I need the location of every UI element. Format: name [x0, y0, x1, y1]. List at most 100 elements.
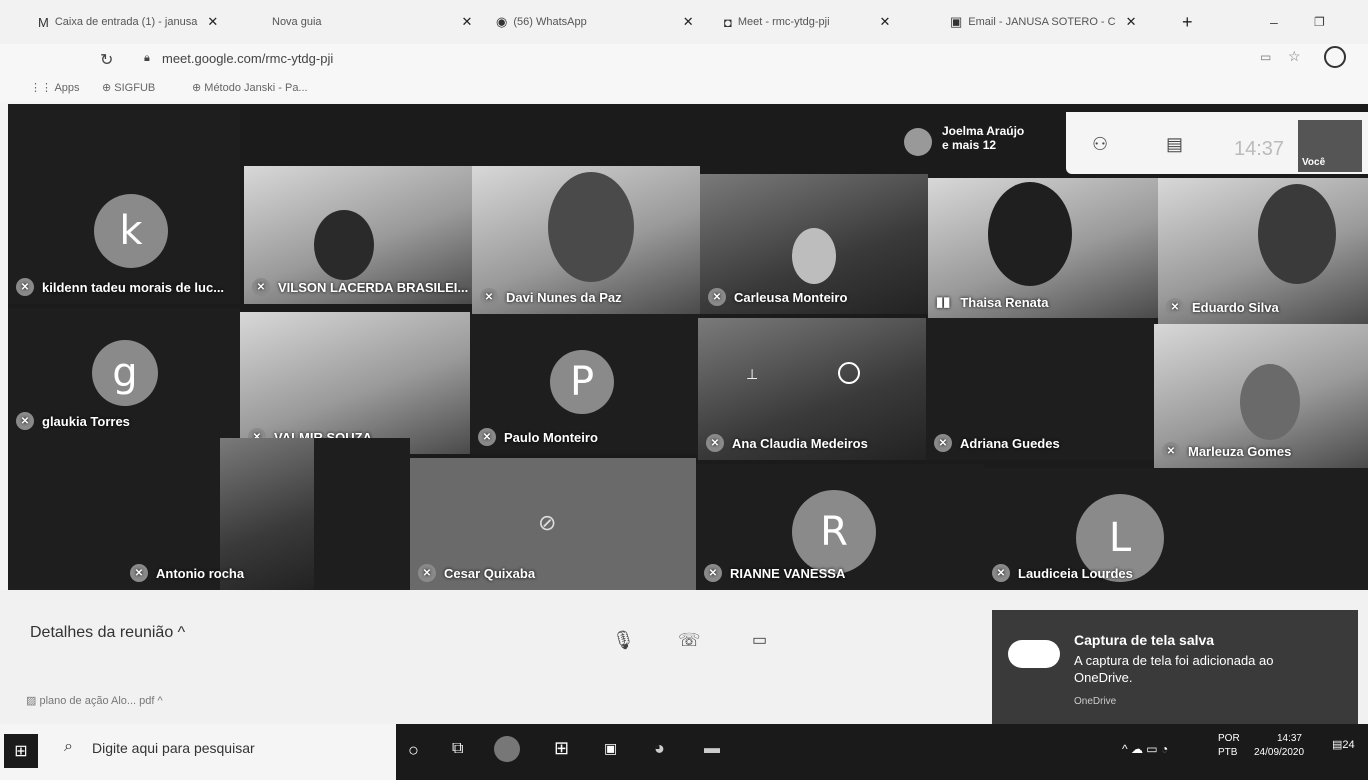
participant-tile[interactable]: ✕ Adriana Guedes — [926, 318, 1154, 460]
mic-off-icon: ✕ — [1166, 298, 1184, 316]
participant-tile[interactable]: ✕ Eduardo Silva — [1158, 178, 1368, 324]
powerpoint-icon[interactable]: ▣ — [604, 740, 617, 757]
browser-tab-bar: M Caixa de entrada (1) - janusa ✕ Nova g… — [0, 0, 1368, 44]
participant-name: ✕ VILSON LACERDA BRASILEI... — [252, 278, 468, 296]
taskbar-search[interactable]: ⊞ ⌕ Digite aqui para pesquisar — [0, 724, 396, 780]
bookmarks-bar: ⋮⋮ Apps ⊕ SIGFUB ⊕ Método Janski - Pa... — [0, 74, 1368, 102]
tab-new[interactable]: Nova guia ✕ — [272, 8, 472, 36]
tab-gmail[interactable]: M Caixa de entrada (1) - janusa ✕ — [38, 8, 218, 36]
person-silhouette — [792, 228, 836, 284]
mic-off-icon: ✕ — [480, 288, 498, 306]
task-view-icon[interactable]: ⧉ — [452, 740, 463, 758]
tray-icons[interactable]: ^ ☁ ▭ ◔ — [1122, 742, 1168, 756]
edge-icon[interactable]: ◕ — [654, 738, 665, 759]
onedrive-notification[interactable]: Captura de tela salva A captura de tela … — [992, 610, 1358, 732]
remove-icon[interactable] — [838, 362, 860, 384]
cloud-icon — [1008, 640, 1060, 668]
star-icon[interactable]: ☆ — [1288, 48, 1301, 65]
gmail-icon: M — [38, 14, 49, 30]
download-item[interactable]: ▨ plano de ação Alo... pdf ^ — [26, 694, 163, 707]
tab-label: Nova guia — [272, 16, 322, 28]
participant-tile[interactable]: ✕ Davi Nunes da Paz — [472, 166, 700, 314]
mic-off-icon: ✕ — [934, 434, 952, 452]
joelma-name: Joelma Araújo — [942, 124, 1025, 138]
pin-icon[interactable]: ⊥ — [746, 366, 758, 383]
participant-tile[interactable]: k ✕ kildenn tadeu morais de luc... — [8, 104, 240, 304]
self-view[interactable]: Você — [1298, 120, 1362, 172]
meet-video-grid: k ✕ kildenn tadeu morais de luc... ✕ VILSO… — [8, 104, 1368, 590]
tab-label: Caixa de entrada (1) - janusa — [54, 16, 198, 28]
tab-meet[interactable]: ◘ Meet - rmc-ytdg-pji ✕ — [724, 8, 890, 36]
lock-icon: 🔒︎ — [144, 52, 150, 64]
close-tab-icon[interactable]: ✕ — [683, 14, 694, 30]
person-silhouette — [314, 210, 374, 280]
hang-up-icon[interactable]: ☏ — [678, 630, 701, 651]
participant-tile[interactable]: ✕ VALMIR SOUZA — [240, 312, 470, 454]
close-tab-icon[interactable]: ✕ — [880, 14, 891, 30]
participant-tile[interactable]: R ✕ RIANNE VANESSA — [696, 464, 984, 590]
microphone-icon[interactable]: 🎙︎ — [612, 630, 635, 651]
meet-icon: ◘ — [724, 14, 732, 30]
toast-title: Captura de tela salva — [1074, 632, 1215, 648]
explorer-icon[interactable]: ▬ — [704, 740, 720, 758]
globe-icon: ⊕ — [102, 82, 115, 94]
participant-tile[interactable]: ✕ Carleusa Monteiro — [700, 174, 928, 314]
cast-icon[interactable]: ▭ — [1260, 50, 1271, 64]
participant-tile[interactable]: ▮▮ Thaisa Renata — [928, 178, 1158, 318]
url-field[interactable]: meet.google.com/rmc-ytdg-pji — [162, 51, 333, 66]
close-tab-icon[interactable]: ✕ — [207, 14, 218, 30]
bookmark-apps[interactable]: ⋮⋮ Apps — [30, 81, 80, 94]
restore-icon[interactable]: ❐ — [1314, 8, 1325, 36]
participant-tile[interactable]: L ✕ Laudiceia Lourdes — [984, 468, 1368, 590]
participant-name: ✕ Davi Nunes da Paz — [480, 288, 622, 306]
mic-off-icon: ✕ — [1162, 442, 1180, 460]
participant-tile[interactable]: ⊥ ✕ Ana Claudia Medeiros — [698, 318, 926, 460]
notification-icon[interactable]: ▤24 — [1332, 738, 1355, 751]
tab-label: (56) WhatsApp — [513, 16, 587, 28]
clock[interactable]: 14:37 24/09/2020 — [1254, 732, 1304, 760]
close-tab-icon[interactable]: ✕ — [462, 14, 473, 30]
person-silhouette — [548, 172, 634, 282]
store-icon[interactable]: ⊞ — [554, 738, 569, 759]
participant-tile[interactable]: P ✕ Paulo Monteiro — [470, 314, 700, 454]
participant-tile[interactable]: ✕ VILSON LACERDA BRASILEI... — [244, 166, 472, 304]
mic-off-icon: ✕ — [16, 412, 34, 430]
meet-header: ⚇ ▤ 14:37 Você — [1066, 112, 1368, 174]
bookmark-metodo[interactable]: ⊕ Método Janski - Pa... — [192, 81, 308, 94]
close-tab-icon[interactable]: ✕ — [1126, 14, 1137, 30]
participant-tile[interactable]: ✕ Marleuza Gomes — [1154, 324, 1368, 468]
others-joined-label: Joelma Araújo e mais 12 — [898, 124, 1025, 156]
participant-tile[interactable]: ✕ Antonio rocha — [8, 438, 410, 590]
reload-icon[interactable]: ↻ — [100, 50, 113, 70]
participant-name: ✕ Adriana Guedes — [934, 434, 1060, 452]
mic-off-icon: ✕ — [992, 564, 1010, 582]
participant-name: ✕ Marleuza Gomes — [1162, 442, 1291, 460]
person-silhouette — [988, 182, 1072, 286]
tab-whatsapp[interactable]: ◉ (56) WhatsApp ✕ — [496, 8, 694, 36]
bookmark-sigfub[interactable]: ⊕ SIGFUB — [102, 81, 155, 94]
search-input[interactable]: Digite aqui para pesquisar — [92, 740, 255, 756]
tab-email[interactable]: ▣ Email - JANUSA SOTERO - C ✕ — [950, 8, 1137, 36]
participant-name: ✕ glaukia Torres — [16, 412, 130, 430]
participant-name: ✕ Paulo Monteiro — [478, 428, 598, 446]
profile-icon[interactable] — [1324, 46, 1346, 68]
participant-name: ✕ kildenn tadeu morais de luc... — [16, 278, 224, 296]
meeting-details-button[interactable]: Detalhes da reunião ^ — [30, 624, 185, 642]
whatsapp-icon: ◉ — [496, 14, 508, 29]
participant-name: ✕ Laudiceia Lourdes — [992, 564, 1133, 582]
mic-off-icon: ✕ — [130, 564, 148, 582]
new-tab-button[interactable]: + — [1182, 8, 1193, 36]
language-indicator[interactable]: POR PTB — [1218, 732, 1240, 760]
mic-off-icon: ✕ — [252, 278, 270, 296]
windows-start-icon[interactable]: ⊞ — [4, 734, 38, 768]
minimize-icon[interactable]: – — [1270, 8, 1278, 36]
cortana-icon[interactable]: ○ — [408, 740, 419, 761]
participant-tile[interactable]: g ✕ glaukia Torres — [8, 308, 240, 438]
chat-icon[interactable]: ▤ — [1166, 134, 1183, 155]
mic-off-icon: ✕ — [708, 288, 726, 306]
camera-icon[interactable]: ▭ — [752, 630, 767, 650]
chrome-icon[interactable] — [494, 736, 520, 762]
participant-tile[interactable]: ⊘ ✕ Cesar Quixaba — [410, 458, 696, 590]
participant-name: ✕ Eduardo Silva — [1166, 298, 1279, 316]
people-icon[interactable]: ⚇ — [1092, 134, 1108, 155]
